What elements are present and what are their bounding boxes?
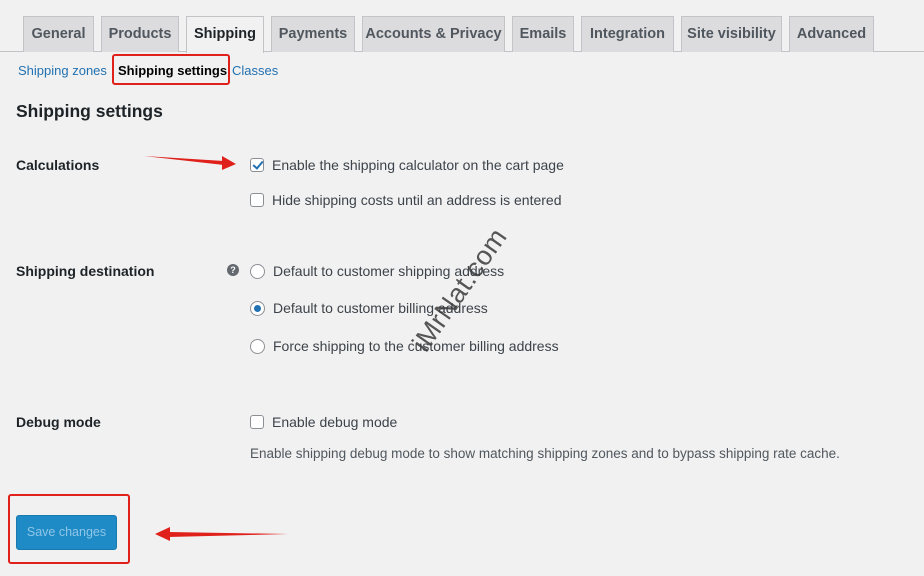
destination-force-billing-radio[interactable] — [250, 338, 265, 354]
page-title: Shipping settings — [16, 101, 163, 121]
hide-costs-checkbox-row[interactable]: Hide shipping costs until an address is … — [250, 191, 562, 209]
tab-products[interactable]: Products — [101, 16, 179, 52]
destination-billing-label: Default to customer billing address — [273, 300, 488, 316]
hide-costs-checkbox[interactable] — [250, 193, 264, 207]
tab-general[interactable]: General — [23, 16, 94, 52]
settings-tab-bar: General Products Shipping Payments Accou… — [0, 0, 924, 53]
shipping-calculator-checkbox[interactable] — [250, 158, 264, 172]
tab-shipping[interactable]: Shipping — [186, 16, 264, 53]
tab-advanced[interactable]: Advanced — [789, 16, 874, 52]
subnav-shipping-settings[interactable]: Shipping settings — [118, 62, 227, 80]
hide-costs-label: Hide shipping costs until an address is … — [272, 192, 562, 208]
annotation-overlay — [144, 156, 288, 541]
tab-emails[interactable]: Emails — [512, 16, 574, 52]
arrow-save — [155, 527, 288, 541]
debug-mode-checkbox-row[interactable]: Enable debug mode — [250, 413, 397, 431]
shipping-calculator-label: Enable the shipping calculator on the ca… — [272, 157, 564, 173]
tab-accounts-privacy[interactable]: Accounts & Privacy — [362, 16, 505, 52]
destination-billing-radio[interactable] — [250, 300, 265, 316]
tab-site-visibility[interactable]: Site visibility — [681, 16, 782, 52]
debug-mode-label: Debug mode — [16, 414, 101, 430]
debug-mode-description: Enable shipping debug mode to show match… — [250, 446, 840, 461]
shipping-calculator-checkbox-row[interactable]: Enable the shipping calculator on the ca… — [250, 156, 564, 174]
debug-mode-option-label: Enable debug mode — [272, 414, 398, 430]
tab-integration[interactable]: Integration — [581, 16, 674, 52]
destination-force-billing-radio-row[interactable]: Force shipping to the customer billing a… — [250, 337, 559, 355]
destination-shipping-radio[interactable] — [250, 263, 265, 279]
debug-mode-checkbox[interactable] — [250, 415, 264, 429]
shipping-destination-label: Shipping destination — [16, 263, 155, 279]
subnav-shipping-zones[interactable]: Shipping zones — [18, 62, 107, 80]
destination-shipping-radio-row[interactable]: Default to customer shipping address — [250, 262, 504, 280]
destination-shipping-label: Default to customer shipping address — [273, 263, 505, 279]
tab-payments[interactable]: Payments — [271, 16, 355, 52]
help-icon[interactable]: ? — [227, 264, 239, 276]
calculations-label: Calculations — [16, 157, 100, 173]
destination-force-billing-label: Force shipping to the customer billing a… — [273, 338, 559, 354]
arrow-calculations — [144, 156, 236, 170]
destination-billing-radio-row[interactable]: Default to customer billing address — [250, 299, 488, 317]
subnav-classes[interactable]: Classes — [232, 62, 278, 80]
save-changes-button[interactable]: Save changes — [16, 515, 117, 550]
